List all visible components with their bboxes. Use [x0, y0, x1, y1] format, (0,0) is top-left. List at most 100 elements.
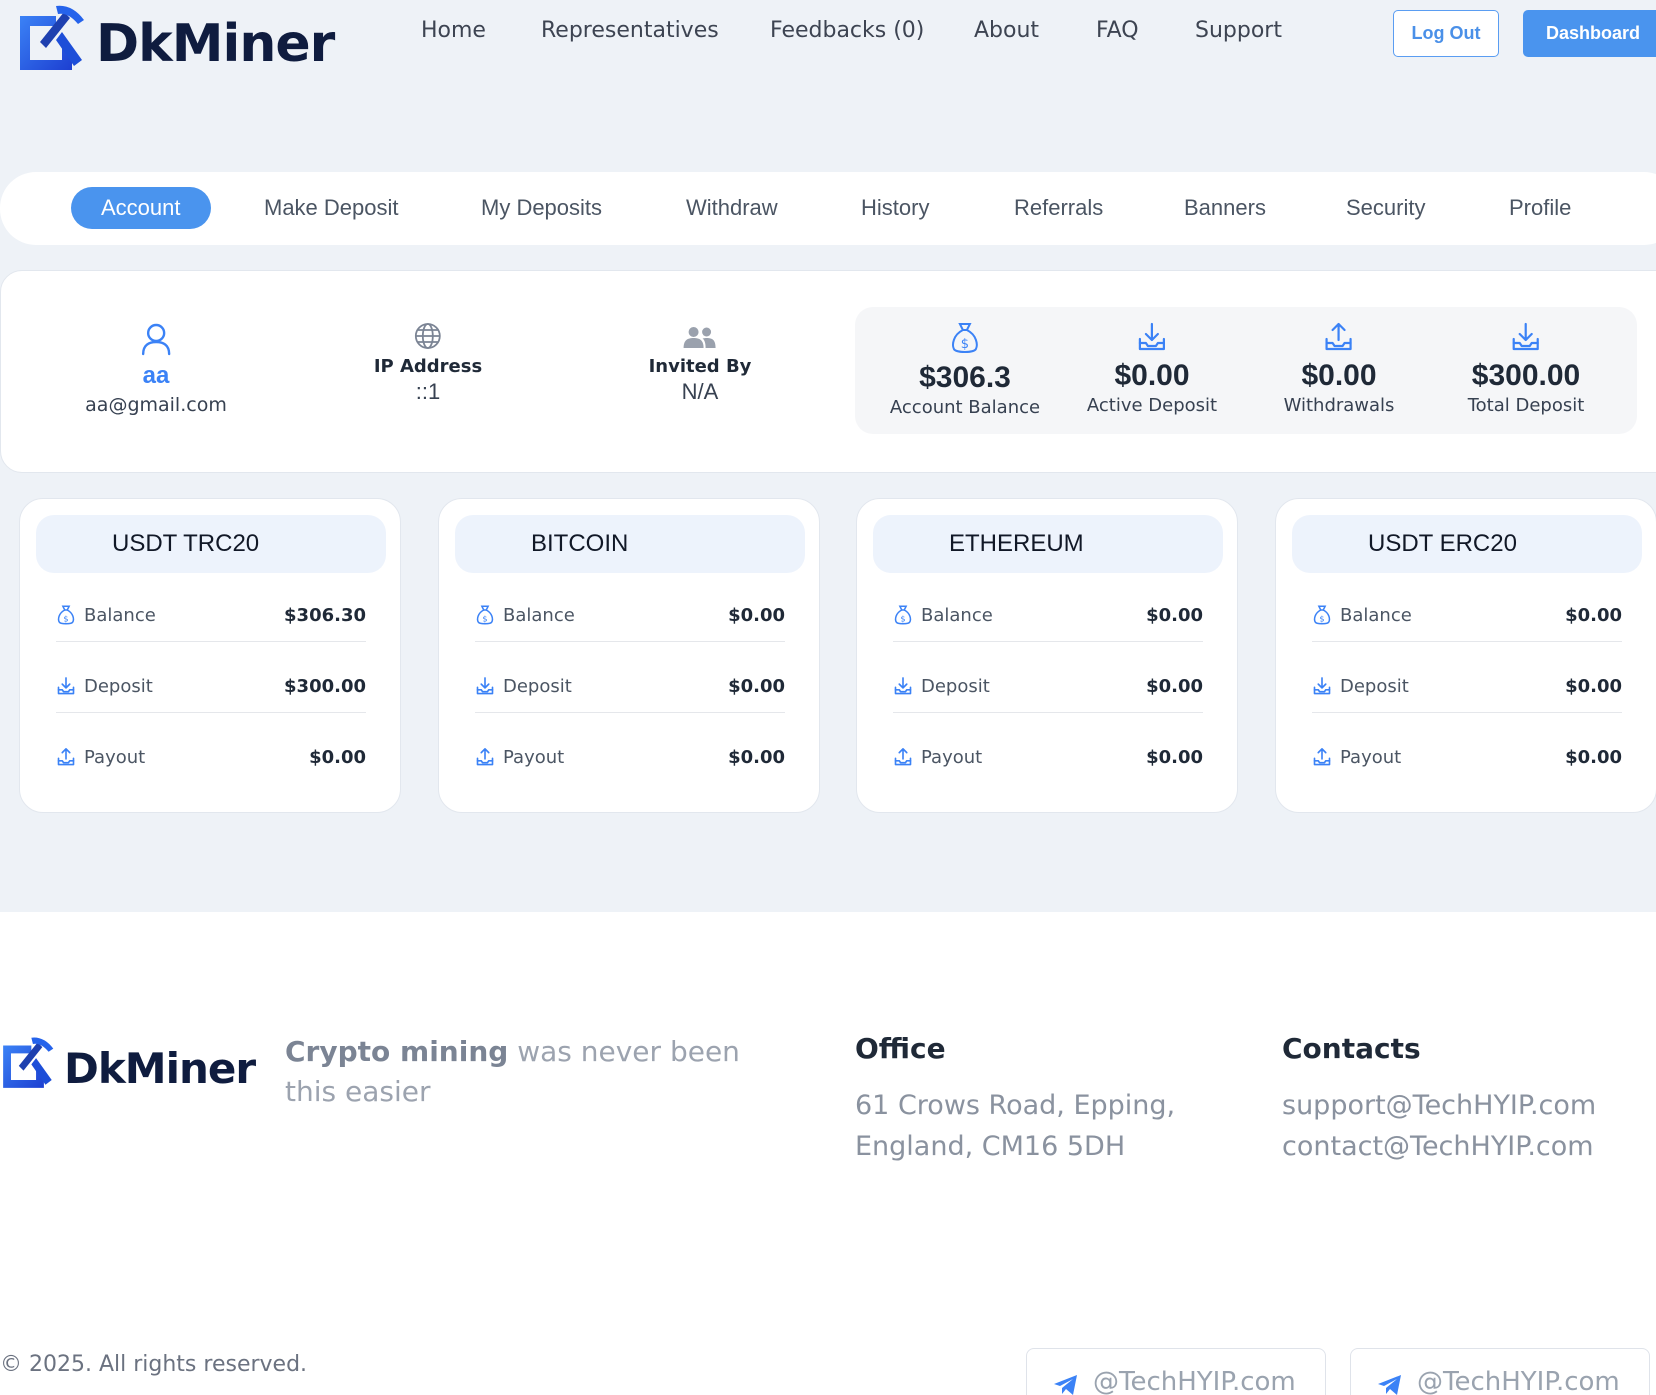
stat-value: $300.00	[1471, 359, 1581, 392]
telegram-icon	[1378, 1375, 1401, 1395]
payout-amount: $0.00	[1146, 746, 1203, 768]
wallet-name: ETHEREUM	[873, 515, 1223, 573]
tab-referrals[interactable]: Referrals	[1014, 187, 1103, 229]
tab-security[interactable]: Security	[1346, 187, 1425, 229]
divider	[1312, 712, 1622, 713]
wallet-card: USDT ERC20 $ Balance $0.00 Deposit $0.00	[1275, 498, 1656, 813]
telegram-link[interactable]: @TechHYIP.com	[1026, 1348, 1326, 1395]
upload-tray-icon	[1313, 748, 1331, 766]
footer-brand-name: DkMiner	[64, 1044, 256, 1093]
user-icon	[141, 323, 171, 356]
balance-amount: $0.00	[1565, 604, 1622, 626]
balance-label: Balance	[1340, 604, 1412, 626]
account-tabs: Account Make Deposit My Deposits Withdra…	[0, 172, 1656, 245]
stat-active-deposit: $0.00 Active Deposit	[1087, 321, 1217, 416]
download-tray-icon	[1313, 677, 1331, 695]
svg-text:$: $	[482, 613, 487, 623]
payout-label: Payout	[1340, 746, 1402, 768]
stat-value: $306.3	[919, 361, 1011, 394]
divider	[893, 641, 1203, 642]
office-title: Office	[855, 1032, 946, 1065]
nav-home[interactable]: Home	[421, 18, 486, 43]
tab-my-deposits[interactable]: My Deposits	[481, 187, 602, 229]
telegram-link[interactable]: @TechHYIP.com	[1350, 1348, 1650, 1395]
dashboard-button[interactable]: Dashboard	[1523, 10, 1656, 57]
tab-withdraw[interactable]: Withdraw	[686, 187, 778, 229]
divider	[475, 712, 785, 713]
download-tray-icon	[476, 677, 494, 695]
wallet-payout-row: Payout $0.00	[56, 742, 366, 772]
wallet-balance-row: $ Balance $0.00	[893, 600, 1203, 630]
wallet-name: USDT TRC20	[36, 515, 386, 573]
stat-label: Account Balance	[889, 397, 1041, 418]
user-info: aa aa@gmail.com	[85, 322, 227, 416]
stat-value: $0.00	[1301, 359, 1377, 392]
wallet-balance-row: $ Balance $306.30	[56, 600, 366, 630]
money-bag-icon: $	[476, 605, 494, 625]
svg-text:$: $	[63, 613, 68, 623]
brand-logo[interactable]: DkMiner	[16, 0, 335, 74]
deposit-amount: $0.00	[1565, 675, 1622, 697]
tab-account[interactable]: Account	[71, 187, 211, 229]
svg-text:$: $	[1319, 613, 1324, 623]
brand-name: DkMiner	[96, 14, 335, 74]
nav-about[interactable]: About	[974, 18, 1039, 43]
balance-label: Balance	[503, 604, 575, 626]
ip-label: IP Address	[373, 356, 483, 377]
money-bag-icon: $	[1313, 605, 1331, 625]
tab-history[interactable]: History	[861, 187, 929, 229]
money-bag-icon: $	[952, 323, 978, 353]
invited-info: Invited By N/A	[648, 326, 752, 405]
deposit-label: Deposit	[503, 675, 572, 697]
invited-value: N/A	[681, 379, 719, 404]
wallet-payout-row: Payout $0.00	[475, 742, 785, 772]
wallet-name: USDT ERC20	[1292, 515, 1642, 573]
download-tray-icon	[1138, 322, 1166, 351]
divider	[56, 641, 366, 642]
footer-logo[interactable]: DkMiner	[0, 1030, 256, 1093]
stat-total-deposit: $300.00 Total Deposit	[1468, 321, 1584, 416]
nav-representatives[interactable]: Representatives	[541, 18, 719, 43]
divider	[56, 712, 366, 713]
nav-support[interactable]: Support	[1195, 18, 1282, 43]
payout-label: Payout	[503, 746, 565, 768]
logout-button[interactable]: Log Out	[1393, 10, 1499, 57]
deposit-label: Deposit	[921, 675, 990, 697]
ip-info: IP Address ::1	[374, 322, 482, 405]
tab-banners[interactable]: Banners	[1184, 187, 1266, 229]
tagline-strong: Crypto mining	[285, 1035, 509, 1068]
upload-tray-icon	[1325, 322, 1353, 351]
svg-text:$: $	[961, 337, 969, 352]
tab-make-deposit[interactable]: Make Deposit	[264, 187, 399, 229]
upload-tray-icon	[57, 748, 75, 766]
wallet-payout-row: Payout $0.00	[1312, 742, 1622, 772]
logo-mark-icon	[3, 1037, 54, 1088]
nav-feedbacks[interactable]: Feedbacks (0)	[770, 18, 924, 43]
footer-tagline: Crypto mining was never been this easier	[285, 1032, 765, 1112]
deposit-amount: $300.00	[284, 675, 366, 697]
balance-amount: $0.00	[728, 604, 785, 626]
telegram-handle: @TechHYIP.com	[1093, 1367, 1296, 1395]
wallet-balance-row: $ Balance $0.00	[475, 600, 785, 630]
balance-amount: $306.30	[284, 604, 366, 626]
nav-faq[interactable]: FAQ	[1096, 18, 1139, 43]
contact-email-contact[interactable]: contact@TechHYIP.com	[1282, 1131, 1594, 1162]
invited-label: Invited By	[648, 356, 752, 377]
divider	[475, 641, 785, 642]
contact-email-support[interactable]: support@TechHYIP.com	[1282, 1090, 1596, 1121]
ip-value: ::1	[415, 379, 441, 404]
wallet-card: ETHEREUM $ Balance $0.00 Deposit $0.00 P…	[856, 498, 1238, 813]
wallet-card: BITCOIN $ Balance $0.00 Deposit $0.00 Pa…	[438, 498, 820, 813]
stats-panel: $ $306.3 Account Balance $0.00 Active De…	[855, 307, 1637, 434]
svg-text:$: $	[900, 613, 905, 623]
stat-withdrawals: $0.00 Withdrawals	[1284, 321, 1394, 416]
contacts-title: Contacts	[1282, 1032, 1421, 1065]
money-bag-icon: $	[894, 605, 912, 625]
divider	[1312, 641, 1622, 642]
tab-profile[interactable]: Profile	[1509, 187, 1571, 229]
payout-label: Payout	[921, 746, 983, 768]
logo-mark-icon	[20, 5, 84, 70]
wallet-payout-row: Payout $0.00	[893, 742, 1203, 772]
upload-tray-icon	[894, 748, 912, 766]
stat-account-balance: $ $306.3 Account Balance	[890, 321, 1040, 418]
